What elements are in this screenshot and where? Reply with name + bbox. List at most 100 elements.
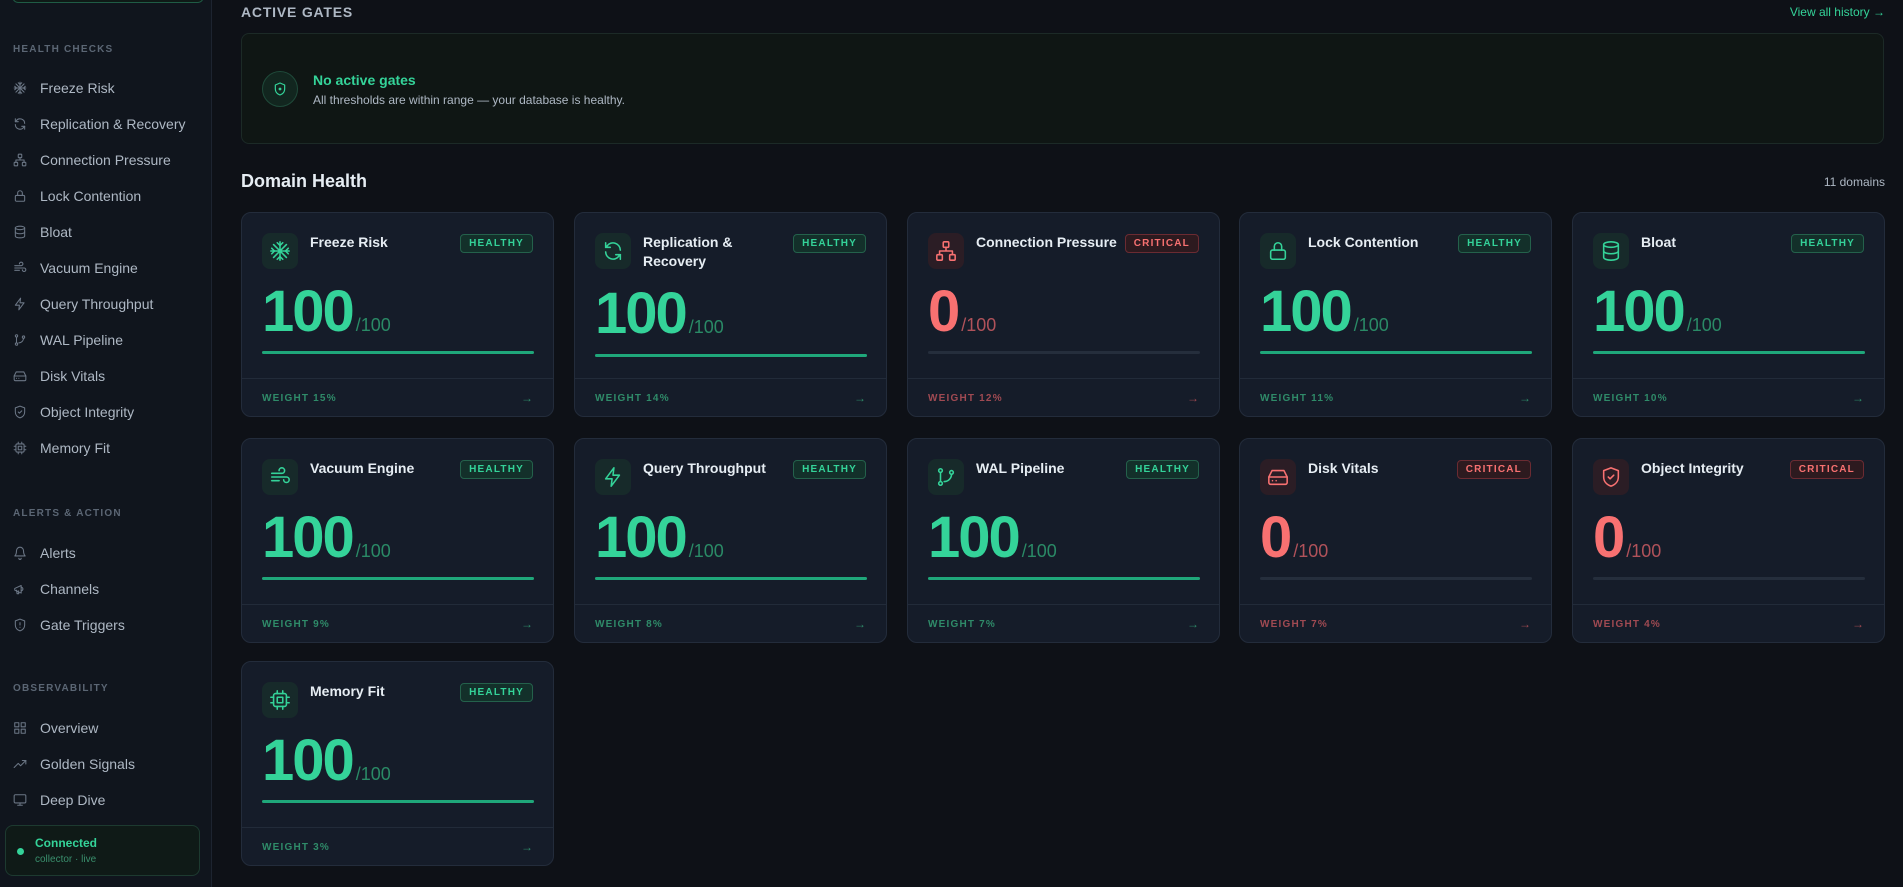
- card-divider: [1573, 604, 1884, 605]
- sidebar-item-overview[interactable]: Overview: [0, 712, 212, 744]
- sidebar-item-label: Channels: [40, 581, 100, 597]
- domain-weight: WEIGHT 7%: [1260, 619, 1329, 630]
- sidebar-section-alerts-and-action: ALERTS & ACTION: [13, 508, 122, 519]
- arrow-right-icon[interactable]: →: [1519, 617, 1531, 631]
- arrow-right-icon[interactable]: →: [521, 840, 533, 854]
- domain-card-memory-fit[interactable]: Memory Fit HEALTHY 100/100 WEIGHT 3% →: [241, 661, 554, 866]
- score-bar-fill: [595, 354, 867, 357]
- arrow-right-icon[interactable]: →: [1519, 391, 1531, 405]
- wind-icon: [262, 459, 298, 495]
- domain-card-replication-and-recovery[interactable]: Replication & Recovery HEALTHY 100/100 WEIG…: [574, 212, 887, 417]
- sidebar-item-memory-fit[interactable]: Memory Fit: [0, 432, 212, 464]
- domain-weight: WEIGHT 9%: [262, 619, 331, 630]
- score-max: /100: [1293, 541, 1329, 561]
- status-badge: HEALTHY: [793, 460, 866, 479]
- sidebar-item-freeze-risk[interactable]: Freeze Risk: [0, 72, 212, 104]
- arrow-right-icon[interactable]: →: [1187, 617, 1199, 631]
- card-divider: [575, 378, 886, 379]
- domain-card-disk-vitals[interactable]: Disk Vitals CRITICAL 0/100 WEIGHT 7% →: [1239, 438, 1552, 643]
- sidebar-item-label: Gate Triggers: [40, 617, 125, 633]
- sidebar-item-alerts[interactable]: Alerts: [0, 537, 212, 569]
- sidebar-item-golden-signals[interactable]: Golden Signals: [0, 748, 212, 780]
- sidebar-item-connection-pressure[interactable]: Connection Pressure: [0, 144, 212, 176]
- status-dot: [17, 848, 24, 855]
- score-bar: [1260, 351, 1532, 354]
- domain-score: 100/100: [262, 732, 391, 803]
- sidebar-item-wal-pipeline[interactable]: WAL Pipeline: [0, 324, 212, 356]
- domain-name: Disk Vitals: [1308, 460, 1379, 476]
- arrow-right-icon[interactable]: →: [1187, 391, 1199, 405]
- arrow-right-icon[interactable]: →: [521, 617, 533, 631]
- score-bar-fill: [928, 577, 1200, 580]
- domain-name: Lock Contention: [1308, 234, 1419, 250]
- domain-card-bloat[interactable]: Bloat HEALTHY 100/100 WEIGHT 10% →: [1572, 212, 1885, 417]
- sidebar-item-object-integrity[interactable]: Object Integrity: [0, 396, 212, 428]
- arrow-right-icon[interactable]: →: [521, 391, 533, 405]
- domain-card-object-integrity[interactable]: Object Integrity CRITICAL 0/100 WEIGHT 4% →: [1572, 438, 1885, 643]
- domain-card-freeze-risk[interactable]: Freeze Risk HEALTHY 100/100 WEIGHT 15% →: [241, 212, 554, 417]
- domain-score: 0/100: [1593, 509, 1661, 580]
- sidebar-item-replication-and-recovery[interactable]: Replication & Recovery: [0, 108, 212, 140]
- score-value: 0: [928, 279, 960, 344]
- sidebar-item-vacuum-engine[interactable]: Vacuum Engine: [0, 252, 212, 284]
- sidebar-item-label: Golden Signals: [40, 756, 135, 772]
- sidebar-item-deep-dive[interactable]: Deep Dive: [0, 784, 212, 816]
- shield-check-icon: [13, 405, 27, 419]
- arrow-right-icon[interactable]: →: [854, 617, 866, 631]
- sidebar-item-label: Vacuum Engine: [40, 260, 138, 276]
- sidebar-item-gate-triggers[interactable]: Gate Triggers: [0, 609, 212, 641]
- score-bar: [262, 800, 534, 803]
- domain-card-connection-pressure[interactable]: Connection Pressure CRITICAL 0/100 WEIGHT 1…: [907, 212, 1220, 417]
- score-value: 100: [595, 505, 688, 570]
- sidebar-item-disk-vitals[interactable]: Disk Vitals: [0, 360, 212, 392]
- sidebar-item-label: Memory Fit: [40, 440, 110, 456]
- cpu-icon: [13, 441, 27, 455]
- score-max: /100: [355, 764, 391, 784]
- network-icon: [928, 233, 964, 269]
- status-badge: CRITICAL: [1456, 460, 1531, 479]
- card-divider: [1573, 378, 1884, 379]
- score-value: 0: [1593, 505, 1625, 570]
- score-max: /100: [961, 315, 997, 335]
- domain-card-lock-contention[interactable]: Lock Contention HEALTHY 100/100 WEIGHT 11% →: [1239, 212, 1552, 417]
- domain-weight: WEIGHT 11%: [1260, 393, 1335, 404]
- sidebar-item-channels[interactable]: Channels: [0, 573, 212, 605]
- database-icon: [1593, 233, 1629, 269]
- status-badge: HEALTHY: [1791, 234, 1864, 253]
- domain-weight: WEIGHT 15%: [262, 393, 337, 404]
- sidebar-item-lock-contention[interactable]: Lock Contention: [0, 180, 212, 212]
- domain-name: Memory Fit: [310, 683, 385, 699]
- domain-name: Replication & Recovery: [643, 234, 733, 269]
- sidebar-item-label: Object Integrity: [40, 404, 135, 420]
- domain-card-vacuum-engine[interactable]: Vacuum Engine HEALTHY 100/100 WEIGHT 9% →: [241, 438, 554, 643]
- sidebar-item-label: WAL Pipeline: [40, 332, 124, 348]
- sidebar-item-bloat[interactable]: Bloat: [0, 216, 212, 248]
- score-bar-fill: [1593, 351, 1865, 354]
- sidebar-item-label: Bloat: [40, 224, 72, 240]
- card-divider: [1240, 604, 1551, 605]
- sidebar-item-query-throughput[interactable]: Query Throughput: [0, 288, 212, 320]
- domain-card-wal-pipeline[interactable]: WAL Pipeline HEALTHY 100/100 WEIGHT 7% →: [907, 438, 1220, 643]
- domain-card-query-throughput[interactable]: Query Throughput HEALTHY 100/100 WEIGHT 8% →: [574, 438, 887, 643]
- status-badge: HEALTHY: [460, 460, 533, 479]
- sidebar-section-health-checks: HEALTH CHECKS: [13, 44, 114, 55]
- gates-empty-title: No active gates: [313, 72, 416, 88]
- arrow-right-icon[interactable]: →: [854, 391, 866, 405]
- score-max: /100: [688, 541, 724, 561]
- arrow-right-icon[interactable]: →: [1852, 391, 1864, 405]
- snowflake-icon: [13, 81, 27, 95]
- sidebar-section-observability: OBSERVABILITY: [13, 683, 109, 694]
- shield-alert-icon: [13, 618, 27, 632]
- shield-icon: [262, 71, 298, 107]
- monitor-icon: [13, 793, 27, 807]
- score-value: 100: [262, 728, 355, 793]
- card-divider: [242, 604, 553, 605]
- domain-name: Object Integrity: [1641, 460, 1744, 476]
- arrow-right-icon[interactable]: →: [1852, 617, 1864, 631]
- status-badge: CRITICAL: [1124, 234, 1199, 253]
- score-max: /100: [1626, 541, 1662, 561]
- view-all-history-link[interactable]: View all history →: [1790, 5, 1885, 19]
- score-max: /100: [1353, 315, 1389, 335]
- score-bar: [928, 351, 1200, 354]
- connection-status-detail: collector · live: [35, 854, 97, 865]
